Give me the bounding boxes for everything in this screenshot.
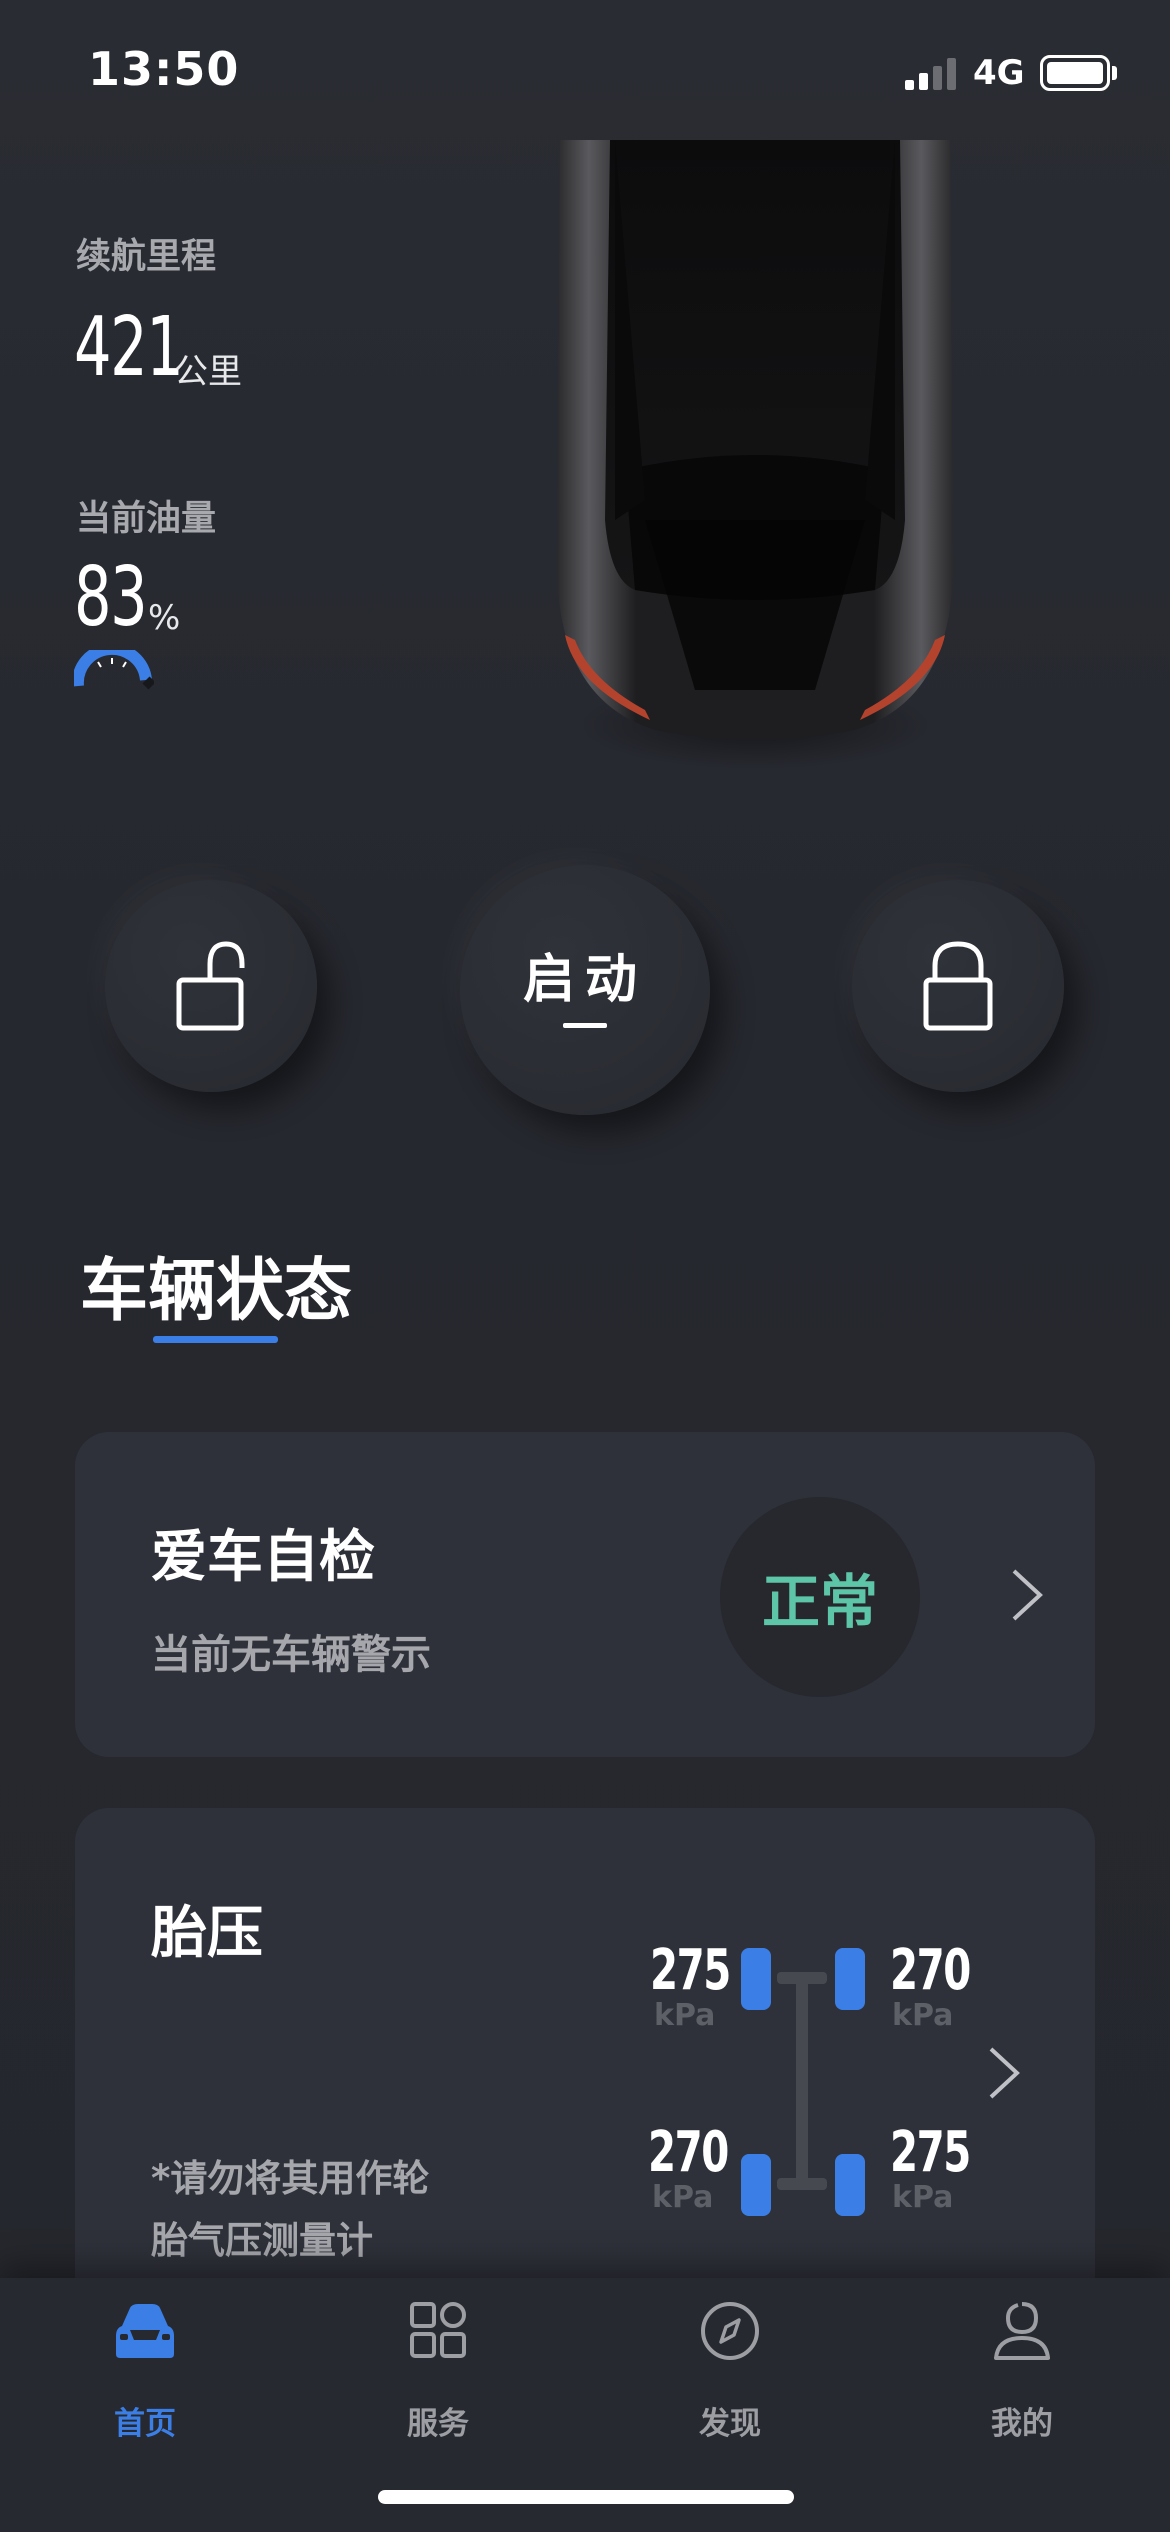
- car-icon: [116, 2304, 174, 2358]
- grid-icon: [410, 2302, 466, 2358]
- tire-pressure-card[interactable]: 胎压 *请勿将其用作轮 胎气压测量计 275 kPa 270 kPa 270 k…: [75, 1808, 1095, 2308]
- tire-rear-left-value: 270: [648, 2120, 729, 2185]
- tire-front-left-value: 275: [650, 1938, 731, 2003]
- range-value: 421: [74, 300, 184, 395]
- app-screen: 13:50 4G 续航里程 421 公里 当前油量 83 % 启动 车辆状态 爱…: [0, 0, 1170, 2532]
- drive-shaft: [796, 1972, 808, 2190]
- chevron-right-icon: [989, 2047, 1020, 2099]
- network-type: 4G: [973, 53, 1025, 93]
- status-badge: 正常: [720, 1497, 920, 1697]
- start-label: 启动: [522, 950, 647, 1010]
- chevron-right-icon: [1012, 1569, 1043, 1621]
- unlock-button[interactable]: [105, 880, 317, 1092]
- self-check-subtitle: 当前无车辆警示: [151, 1632, 431, 1678]
- lock-icon: [923, 941, 993, 1031]
- tire-rear-right-value: 275: [890, 2120, 971, 2185]
- tire-note-line2: 胎气压测量计: [151, 2219, 373, 2262]
- self-check-card[interactable]: 爱车自检 当前无车辆警示 正常: [75, 1432, 1095, 1757]
- tire-front-right: [835, 1948, 865, 2010]
- fuel-value: 83: [74, 550, 148, 645]
- fuel-label: 当前油量: [76, 499, 217, 539]
- tire-front-left-unit: kPa: [654, 1998, 716, 2033]
- status-bar: 13:50 4G: [0, 0, 1170, 140]
- tire-note-line1: *请勿将其用作轮: [151, 2157, 430, 2200]
- fuel-unit: %: [148, 598, 181, 638]
- start-dash: [563, 1023, 607, 1028]
- nav-item-home[interactable]: 首页: [45, 2300, 245, 2442]
- lock-button[interactable]: [852, 880, 1064, 1092]
- tire-pressure-title: 胎压: [151, 1901, 263, 1966]
- battery-tip: [1112, 66, 1117, 80]
- nav-label-discover: 发现: [699, 2406, 761, 2442]
- tire-rear-left: [741, 2154, 771, 2216]
- section-title: 车辆状态: [80, 1252, 353, 1331]
- tire-rear-right: [835, 2154, 865, 2216]
- tire-front-left: [741, 1948, 771, 2010]
- compass-icon: [701, 2302, 759, 2360]
- range-unit: 公里: [174, 352, 242, 392]
- home-indicator[interactable]: [378, 2490, 794, 2504]
- status-time: 13:50: [88, 42, 240, 96]
- start-button[interactable]: 启动: [460, 865, 710, 1115]
- battery-icon: [1040, 55, 1110, 91]
- nav-label-home: 首页: [114, 2406, 176, 2442]
- tire-rear-left-unit: kPa: [652, 2180, 714, 2215]
- tire-front-right-unit: kPa: [892, 1998, 954, 2033]
- user-icon: [994, 2302, 1050, 2360]
- self-check-title: 爱车自检: [151, 1525, 375, 1590]
- car-image: [557, 140, 953, 740]
- section-underline: [153, 1336, 278, 1343]
- unlock-icon: [176, 941, 245, 1031]
- tire-rear-right-unit: kPa: [892, 2180, 954, 2215]
- nav-label-service: 服务: [407, 2406, 469, 2442]
- signal-icon: [905, 56, 959, 90]
- nav-item-mine[interactable]: 我的: [922, 2300, 1122, 2442]
- tire-front-right-value: 270: [890, 1938, 971, 2003]
- fuel-gauge-icon: [74, 650, 154, 690]
- range-label: 续航里程: [76, 237, 217, 277]
- nav-item-discover[interactable]: 发现: [630, 2300, 830, 2442]
- nav-label-mine: 我的: [991, 2406, 1053, 2442]
- nav-item-service[interactable]: 服务: [338, 2300, 538, 2442]
